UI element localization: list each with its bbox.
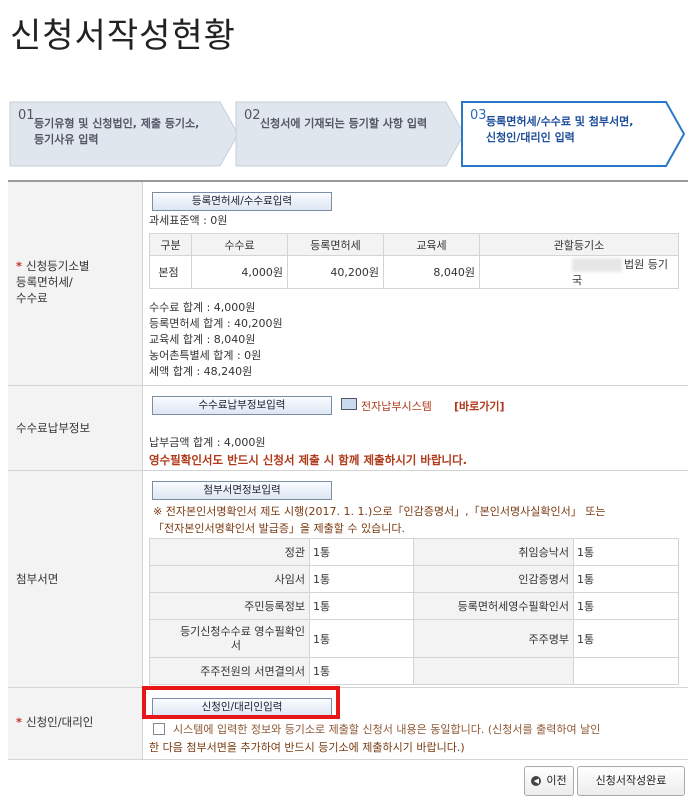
table-row: 등기신청수수료 영수필확인 서 1통 주주명부 1통 [149,619,679,658]
attach-name: 주주명부 [413,619,574,658]
fee-header-fee: 수수료 [191,233,288,256]
table-row: 본점 4,000원 40,200원 8,040원 법원 등기국 [149,255,679,289]
total-fee: 수수료 합계 : 4,000원 [149,301,256,314]
attachment-table: 정관 1통 취임승낙서 1통 사임서 1통 인감증명서 1통 주민등록정보 1통… [149,538,679,685]
payment-amount: 납부금액 합계 : 4,000원 [149,436,266,449]
step-3-label: 등록면허세/수수료 및 첨부서면, [486,115,634,128]
attach-count: 1통 [309,592,414,620]
fee-header-regtax: 등록면허세 [287,233,384,256]
attachment-note-2: 「전자본인서명확인서 발급증」을 제출할 수 있습니다. [153,522,406,535]
payment-row: 수수료납부정보 수수료납부정보입력 전자납부시스템 [바로가기] 납부금액 합계… [8,386,688,471]
step-2-number: 02 [244,108,261,123]
applicant-row: * 신청인/대리인 신청인/대리인입력 시스템에 입력한 정보와 등기소로 제출할… [8,688,688,760]
fee-type: 본점 [149,255,192,289]
attach-name: 취임승낙서 [413,538,574,566]
step-1-label-2: 등기사유 입력 [34,133,99,146]
tax-base: 과세표준액 : 0원 [149,214,228,227]
step-2-label: 신청서에 기재되는 등기할 사항 입력 [260,117,428,130]
required-mark: * [16,715,23,729]
table-row: 정관 1통 취임승낙서 1통 [149,538,679,566]
attach-name [413,657,574,685]
red-highlight-box [142,686,340,719]
attach-count: 1통 [573,538,679,566]
attach-name: 인감증명서 [413,565,574,593]
attach-name-line-2: 서 [230,638,241,652]
edutax-value: 8,040원 [383,255,480,289]
fee-row: * 신청등기소별 등록면허세/ 수수료 등록면허세/수수료입력 과세표준액 : 0… [8,182,688,386]
confirm-checkbox[interactable] [153,723,165,735]
step-1: 01 등기유형 및 신청법인, 제출 등기소, 등기사유 입력 [8,100,240,168]
total-tax: 세액 합계 : 48,240원 [149,365,253,378]
epay-shortcut-link[interactable]: [바로가기] [454,398,505,414]
fee-input-button[interactable]: 등록면허세/수수료입력 [152,192,332,211]
attach-count [573,657,679,685]
fee-header-office: 관할등기소 [479,233,679,256]
step-3-number: 03 [470,108,487,123]
step-3-label-2: 신청인/대리인 입력 [486,131,575,144]
attach-name-line-1: 등기신청수수료 영수필확인 [180,624,305,638]
step-3-active: 03 등록면허세/수수료 및 첨부서면, 신청인/대리인 입력 [460,100,688,168]
fee-table: 구분 수수료 등록면허세 교육세 관할등기소 본점 4,000원 40,200원… [149,233,679,289]
regtax-value: 40,200원 [287,255,384,289]
attach-count: 1통 [309,619,414,658]
attach-count: 1통 [573,619,679,658]
attach-count: 1통 [309,565,414,593]
payment-warning: 영수필확인서도 반드시 신청서 제출 시 함께 제출하시기 바랍니다. [149,453,468,467]
applicant-notice-2: 한 다음 첨부서면을 추가하여 반드시 등기소에 제출하시기 바랍니다.) [149,741,465,754]
redacted-office-name [572,258,622,272]
table-row: 주주전원의 서면결의서 1통 [149,657,679,685]
total-ruraltax: 농어촌특별세 합계 : 0원 [149,349,262,362]
page-title: 신청서작성현황 [10,16,236,56]
total-edutax: 교육세 합계 : 8,040원 [149,333,256,346]
step-2: 02 신청서에 기재되는 등기할 사항 입력 [234,100,466,168]
attachment-row: 첨부서면 첨부서면정보입력 ※ 전자본인서명확인서 제도 시행(2017. 1.… [8,471,688,688]
application-form: * 신청등기소별 등록면허세/ 수수료 등록면허세/수수료입력 과세표준액 : 0… [8,180,688,760]
attach-name: 주주전원의 서면결의서 [149,657,310,685]
total-regtax: 등록면허세 합계 : 40,200원 [149,317,283,330]
fee-header-type: 구분 [149,233,192,256]
table-row: 주민등록정보 1통 등록면허세영수필확인서 1통 [149,592,679,620]
prev-button[interactable]: ◀ 이전 [524,766,574,796]
step-1-label: 등기유형 및 신청법인, 제출 등기소, [34,117,200,130]
step-1-number: 01 [18,108,35,123]
epay-system-label: 전자납부시스템 [361,400,432,413]
attach-name: 정관 [149,538,310,566]
attachment-note-1: ※ 전자본인서명확인서 제도 시행(2017. 1. 1.)으로「인감증명서」,… [153,505,606,518]
fee-label-3: 수수료 [16,291,48,305]
fee-header-edutax: 교육세 [383,233,480,256]
fee-label-1: 신청등기소별 [26,259,90,273]
fee-label-2: 등록면허세/ [16,275,73,289]
applicant-label: 신청인/대리인 [26,715,94,729]
attach-count: 1통 [573,592,679,620]
attachment-label: 첨부서면 [16,572,59,586]
monitor-icon [341,398,357,410]
attach-count: 1통 [573,565,679,593]
arrow-left-icon: ◀ [531,776,542,786]
payment-label: 수수료납부정보 [16,421,91,435]
attach-name: 등기신청수수료 영수필확인 서 [149,619,310,658]
required-mark: * [16,259,23,273]
applicant-notice-1: 시스템에 입력한 정보와 등기소로 제출할 신청서 내용은 동일합니다. (신청… [173,723,601,736]
attach-count: 1통 [309,657,414,685]
fee-totals: 수수료 합계 : 4,000원 등록면허세 합계 : 40,200원 교육세 합… [149,300,283,380]
prev-label: 이전 [546,774,567,787]
step-indicator: 01 등기유형 및 신청법인, 제출 등기소, 등기사유 입력 02 신청서에 … [8,100,688,170]
payment-input-button[interactable]: 수수료납부정보입력 [152,396,332,415]
attachment-input-button[interactable]: 첨부서면정보입력 [152,481,332,500]
attach-name: 등록면허세영수필확인서 [413,592,574,620]
table-row: 사임서 1통 인감증명서 1통 [149,565,679,593]
attach-name: 주민등록정보 [149,592,310,620]
complete-button[interactable]: 신청서작성완료 [577,766,685,796]
attach-count: 1통 [309,538,414,566]
attach-name: 사임서 [149,565,310,593]
fee-value: 4,000원 [191,255,288,289]
